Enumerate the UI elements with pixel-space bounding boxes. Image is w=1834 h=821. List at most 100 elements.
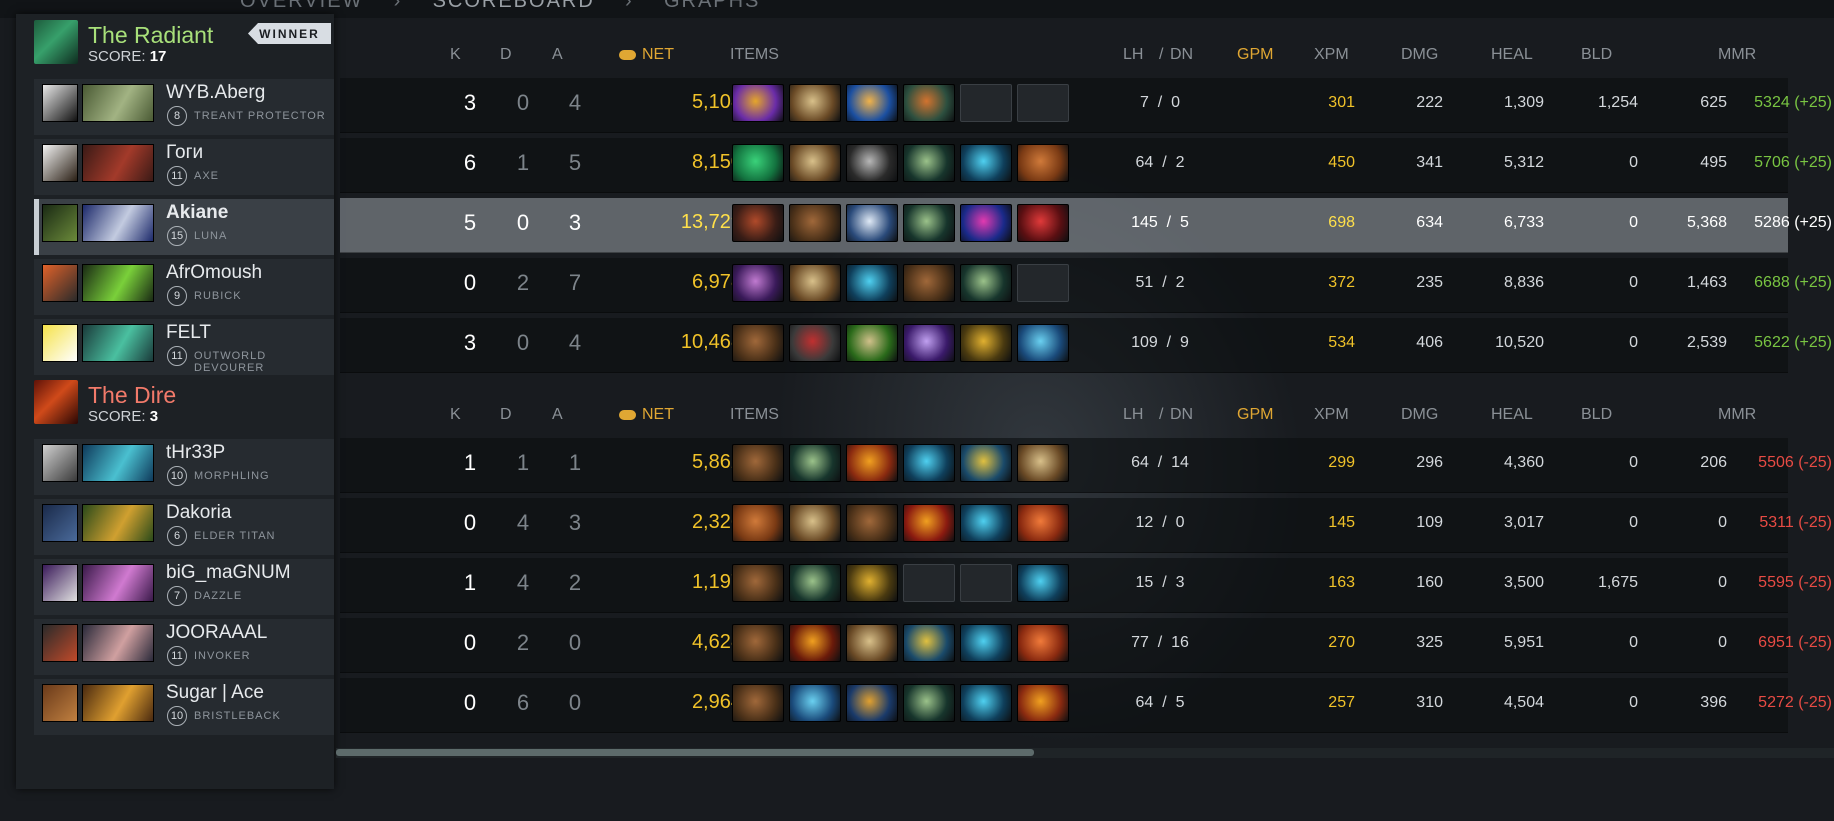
- item-slot-5[interactable]: [960, 444, 1012, 482]
- dmg-header[interactable]: DMG: [1401, 46, 1438, 64]
- player-avatar[interactable]: [42, 84, 78, 122]
- player-card[interactable]: Dakoria 6 ELDER TITAN: [34, 499, 334, 555]
- hero-portrait[interactable]: [82, 264, 154, 302]
- item-slot-2[interactable]: [789, 444, 841, 482]
- tab-graphs[interactable]: GRAPHS: [664, 0, 760, 12]
- player-avatar[interactable]: [42, 624, 78, 662]
- table-row[interactable]: 1 4 2 1,197 15 / 3 163 160 3,500 1,675 0…: [340, 558, 1832, 613]
- item-slot-3[interactable]: [846, 264, 898, 302]
- item-slot-2[interactable]: [789, 264, 841, 302]
- item-slot-4[interactable]: [903, 264, 955, 302]
- table-row[interactable]: 3 0 4 10,468 109 / 9 534 406 10,520 0 2,…: [340, 318, 1832, 373]
- player-avatar[interactable]: [42, 504, 78, 542]
- xpm-header[interactable]: XPM: [1314, 46, 1349, 64]
- table-row[interactable]: 1 1 1 5,862 64 / 14 299 296 4,360 0 206 …: [340, 438, 1832, 493]
- items-header[interactable]: ITEMS: [730, 406, 779, 424]
- player-name[interactable]: Sugar | Ace: [166, 682, 264, 704]
- player-avatar[interactable]: [42, 444, 78, 482]
- dn-header[interactable]: DN: [1170, 46, 1193, 64]
- lh-header[interactable]: LH: [1123, 46, 1143, 64]
- item-slot-5[interactable]: [960, 264, 1012, 302]
- player-name[interactable]: WYB.Aberg: [166, 82, 265, 104]
- item-slot-3[interactable]: [846, 564, 898, 602]
- player-name[interactable]: Akiane: [166, 202, 228, 224]
- player-name[interactable]: JOORAAAL: [166, 622, 267, 644]
- net-header[interactable]: NET: [619, 406, 674, 424]
- table-row[interactable]: 5 0 3 13,729 145 / 5 698 634 6,733 0 5,3…: [340, 198, 1832, 253]
- player-card[interactable]: FELT 11 OUTWORLD DEVOURER: [34, 319, 334, 375]
- item-slot-5[interactable]: [960, 624, 1012, 662]
- item-slot-6[interactable]: [1017, 624, 1069, 662]
- item-slot-4[interactable]: [903, 324, 955, 362]
- horizontal-scrollbar-thumb[interactable]: [336, 749, 1034, 756]
- item-slot-4[interactable]: [903, 444, 955, 482]
- player-avatar[interactable]: [42, 144, 78, 182]
- hero-portrait[interactable]: [82, 204, 154, 242]
- lh-dn-separator[interactable]: /: [1159, 46, 1163, 64]
- player-card[interactable]: biG_maGNUM 7 DAZZLE: [34, 559, 334, 615]
- player-avatar[interactable]: [42, 204, 78, 242]
- item-slot-2[interactable]: [789, 564, 841, 602]
- item-slot-2[interactable]: [789, 624, 841, 662]
- item-slot-4[interactable]: [903, 684, 955, 722]
- item-slot-6[interactable]: [1017, 684, 1069, 722]
- item-slot-3[interactable]: [846, 504, 898, 542]
- hero-portrait[interactable]: [82, 624, 154, 662]
- items-header[interactable]: ITEMS: [730, 46, 779, 64]
- mmr-header[interactable]: MMR: [1718, 406, 1756, 424]
- item-slot-1[interactable]: [732, 504, 784, 542]
- item-slot-5[interactable]: [960, 684, 1012, 722]
- item-slot-2[interactable]: [789, 324, 841, 362]
- hero-portrait[interactable]: [82, 564, 154, 602]
- player-name[interactable]: biG_maGNUM: [166, 562, 291, 584]
- player-name[interactable]: FELT: [166, 322, 211, 344]
- item-slot-6[interactable]: [1017, 444, 1069, 482]
- heal-header[interactable]: HEAL: [1491, 46, 1533, 64]
- tab-scoreboard[interactable]: SCOREBOARD: [433, 0, 595, 12]
- item-slot-1[interactable]: [732, 324, 784, 362]
- item-slot-6[interactable]: [1017, 144, 1069, 182]
- item-slot-3[interactable]: [846, 84, 898, 122]
- D-header[interactable]: D: [500, 406, 512, 424]
- K-header[interactable]: K: [450, 406, 461, 424]
- item-slot-6[interactable]: [1017, 564, 1069, 602]
- item-slot-2[interactable]: [789, 204, 841, 242]
- hero-portrait[interactable]: [82, 444, 154, 482]
- table-row[interactable]: 0 2 7 6,978 51 / 2 372 235 8,836 0 1,463…: [340, 258, 1832, 313]
- item-slot-1[interactable]: [732, 264, 784, 302]
- item-slot-3[interactable]: [846, 624, 898, 662]
- hero-portrait[interactable]: [82, 504, 154, 542]
- item-slot-1[interactable]: [732, 444, 784, 482]
- item-slot-5[interactable]: [960, 324, 1012, 362]
- item-slot-1[interactable]: [732, 564, 784, 602]
- A-header[interactable]: A: [552, 406, 563, 424]
- net-header[interactable]: NET: [619, 46, 674, 64]
- hero-portrait[interactable]: [82, 324, 154, 362]
- player-avatar[interactable]: [42, 324, 78, 362]
- table-row[interactable]: 0 4 3 2,326 12 / 0 145 109 3,017 0 0 531…: [340, 498, 1832, 553]
- table-row[interactable]: 6 1 5 8,150 64 / 2 450 341 5,312 0 495 5…: [340, 138, 1832, 193]
- item-slot-6[interactable]: [1017, 204, 1069, 242]
- table-row[interactable]: 0 6 0 2,964 64 / 5 257 310 4,504 0 396 5…: [340, 678, 1832, 733]
- item-slot-3[interactable]: [846, 324, 898, 362]
- hero-portrait[interactable]: [82, 84, 154, 122]
- player-card[interactable]: WYB.Aberg 8 TREANT PROTECTOR: [34, 79, 334, 135]
- player-card[interactable]: AfrOmoush 9 RUBICK: [34, 259, 334, 315]
- table-row[interactable]: 3 0 4 5,108 7 / 0 301 222 1,309 1,254 62…: [340, 78, 1832, 133]
- item-slot-2[interactable]: [789, 504, 841, 542]
- xpm-header[interactable]: XPM: [1314, 406, 1349, 424]
- bld-header[interactable]: BLD: [1581, 406, 1612, 424]
- item-slot-1[interactable]: [732, 684, 784, 722]
- dmg-header[interactable]: DMG: [1401, 406, 1438, 424]
- item-slot-4[interactable]: [903, 84, 955, 122]
- heal-header[interactable]: HEAL: [1491, 406, 1533, 424]
- dn-header[interactable]: DN: [1170, 406, 1193, 424]
- item-slot-1[interactable]: [732, 84, 784, 122]
- lh-header[interactable]: LH: [1123, 406, 1143, 424]
- player-name[interactable]: AfrOmoush: [166, 262, 262, 284]
- item-slot-3[interactable]: [846, 144, 898, 182]
- player-card[interactable]: Гоги 11 AXE: [34, 139, 334, 195]
- item-slot-4[interactable]: [903, 624, 955, 662]
- item-slot-1[interactable]: [732, 204, 784, 242]
- item-slot-5[interactable]: [960, 504, 1012, 542]
